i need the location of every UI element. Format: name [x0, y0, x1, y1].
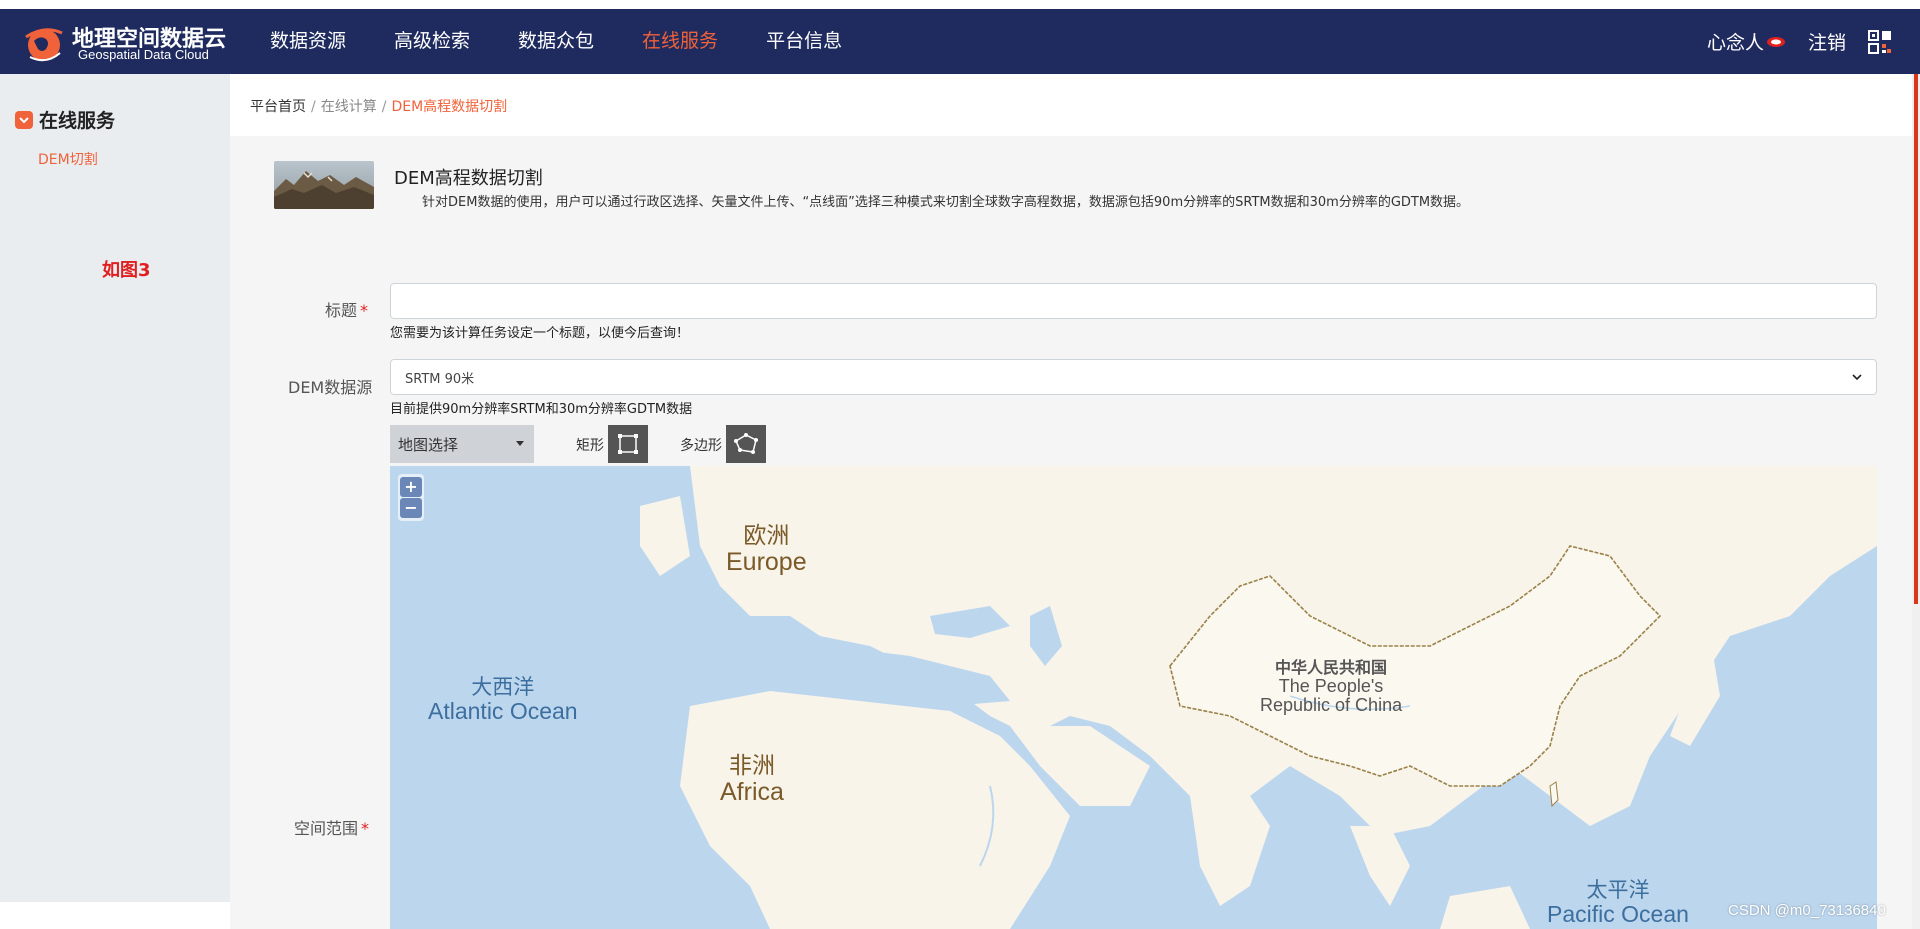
breadcrumb-separator: /	[311, 99, 316, 115]
map-label-pacific-cn: 太平洋	[1586, 878, 1650, 902]
scrollbar-thumb[interactable]	[1914, 74, 1918, 604]
user-area: 心念人 注销	[1707, 9, 1892, 74]
rectangle-tool-button[interactable]	[608, 425, 648, 463]
service-title: DEM高程数据切割	[394, 168, 543, 189]
user-name-link[interactable]: 心念人	[1707, 28, 1764, 55]
required-mark: *	[361, 819, 370, 838]
breadcrumb-separator: /	[381, 99, 387, 115]
caret-down-icon	[516, 441, 524, 446]
zoom-control: + −	[398, 474, 424, 521]
breadcrumb-bar: 平台首页 / 在线计算 / DEM高程数据切割	[230, 74, 1912, 136]
map-label-africa-cn: 非洲	[728, 753, 775, 779]
map-label-atlantic-en: Atlantic Ocean	[428, 698, 578, 725]
zoom-out-button[interactable]: −	[400, 498, 422, 518]
top-navbar: 地理空间数据云 Geospatial Data Cloud 数据资源 高级检索 …	[0, 9, 1920, 74]
title-label-text: 标题	[325, 301, 358, 320]
nav-platform-info[interactable]: 平台信息	[766, 9, 842, 74]
map-mode-select[interactable]: 地图选择	[390, 425, 534, 463]
map-label-china-cn: 中华人民共和国	[1275, 658, 1388, 677]
dem-source-value: SRTM 90米	[405, 371, 475, 387]
nav-data-crowdsourcing[interactable]: 数据众包	[518, 9, 594, 74]
vip-badge-icon	[1766, 36, 1785, 47]
dem-source-label: DEM数据源	[288, 378, 373, 397]
logout-link[interactable]: 注销	[1808, 28, 1846, 55]
chevron-down-icon	[1852, 373, 1862, 380]
polygon-tool-button[interactable]	[726, 425, 766, 463]
sidebar-item-dem-clip[interactable]: DEM切割	[38, 149, 98, 169]
sidebar-section-online-services[interactable]: 在线服务	[15, 106, 115, 133]
dem-source-hint: 目前提供90m分辨率SRTM和30m分辨率GDTM数据	[390, 402, 693, 417]
breadcrumb-current: DEM高程数据切割	[391, 99, 508, 115]
map-label-pacific-en: Pacific Ocean	[1547, 901, 1689, 928]
title-input[interactable]	[390, 283, 1877, 319]
breadcrumb-online-computing[interactable]: 在线计算	[321, 99, 377, 115]
figure-note: 如图3	[102, 260, 151, 281]
map-label-atlantic-cn: 大西洋	[471, 675, 535, 699]
rectangle-tool-label: 矩形	[576, 438, 604, 454]
required-mark: *	[360, 301, 369, 320]
qr-code-icon[interactable]	[1868, 29, 1892, 54]
nav-advanced-search[interactable]: 高级检索	[394, 9, 470, 74]
chevron-down-icon	[15, 110, 33, 129]
sidebar-title: 在线服务	[39, 110, 116, 132]
map-label-atlantic: 大西洋 Atlantic Ocean	[428, 675, 578, 725]
nav-online-services[interactable]: 在线服务	[642, 9, 718, 74]
breadcrumb-home[interactable]: 平台首页	[250, 99, 306, 115]
service-thumbnail-image	[274, 161, 374, 209]
polygon-icon	[734, 433, 758, 454]
map-label-europe: 欧洲 Europe	[726, 523, 807, 577]
title-hint: 您需要为该计算任务设定一个标题，以便今后查询！	[390, 326, 690, 341]
main-content: 平台首页 / 在线计算 / DEM高程数据切割 DEM高程数据切割 针对DEM数据的使用…	[230, 74, 1912, 929]
map-label-china: 中华人民共和国 The People's Republic of China	[1260, 659, 1402, 716]
logo-title-en: Geospatial Data Cloud	[78, 47, 209, 62]
map-label-china-en-2: Republic of China	[1260, 695, 1403, 716]
map-label-china-en-1: The People's	[1278, 675, 1384, 696]
globe-logo-icon	[25, 28, 63, 62]
spatial-extent-label: 空间范围 *	[294, 815, 369, 839]
watermark-text: CSDN @m0_73136840	[1728, 902, 1886, 919]
map-label-europe-en: Europe	[726, 548, 807, 577]
breadcrumb: 平台首页 / 在线计算 / DEM高程数据切割	[250, 96, 507, 116]
map-label-africa: 非洲 Africa	[720, 753, 784, 807]
top-strip	[0, 0, 1920, 9]
dem-source-select[interactable]: SRTM 90米	[390, 359, 1877, 395]
map-canvas[interactable]: + − 欧洲 Europe 大西洋 Atlantic Ocean 非洲 Afri…	[390, 466, 1877, 929]
map-mode-value: 地图选择	[398, 435, 459, 454]
polygon-tool-label: 多边形	[680, 438, 722, 454]
map-label-europe-cn: 欧洲	[743, 523, 790, 549]
zoom-in-button[interactable]: +	[400, 477, 422, 497]
world-map-basemap	[390, 466, 1877, 929]
map-label-pacific: 太平洋 Pacific Ocean	[1547, 878, 1689, 928]
site-logo[interactable]: 地理空间数据云 Geospatial Data Cloud	[22, 23, 232, 63]
spatial-extent-label-text: 空间范围	[294, 819, 359, 838]
service-description: 针对DEM数据的使用，用户可以通过行政区选择、矢量文件上传、“点线面”选择三种模…	[422, 195, 1470, 210]
rectangle-icon	[618, 434, 638, 454]
main-nav: 数据资源 高级检索 数据众包 在线服务 平台信息	[270, 9, 890, 74]
sidebar: 在线服务 DEM切割 如图3	[0, 74, 230, 902]
title-field-label: 标题 *	[325, 297, 368, 321]
nav-data-resources[interactable]: 数据资源	[270, 9, 346, 74]
map-label-africa-en: Africa	[720, 778, 784, 807]
